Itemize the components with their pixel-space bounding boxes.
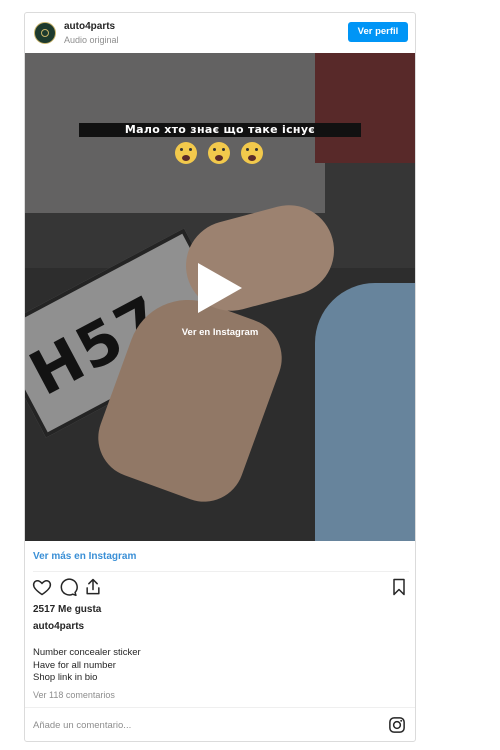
avatar[interactable] [34, 22, 56, 44]
caption-line: Have for all number [33, 659, 116, 671]
scream-emoji-icon [241, 142, 263, 164]
instagram-embed-card: auto4parts Audio original Ver perfil H57… [24, 12, 416, 742]
video-preview[interactable]: H57 Мало хто знає що таке існує Ver en I… [25, 53, 415, 541]
comment-icon[interactable] [58, 577, 78, 597]
emoji-row [175, 142, 275, 164]
share-icon[interactable] [83, 577, 103, 597]
action-bar [25, 573, 415, 603]
bookmark-icon[interactable] [389, 577, 409, 597]
watch-on-instagram-label[interactable]: Ver en Instagram [25, 327, 415, 338]
heart-icon[interactable] [32, 577, 52, 597]
post-username[interactable]: auto4parts [33, 621, 84, 632]
post-caption: Number concealer sticker Have for all nu… [33, 647, 141, 685]
add-comment-input[interactable]: Añade un comentario... [33, 720, 131, 731]
like-count[interactable]: 2517 Me gusta [33, 604, 101, 615]
instagram-logo-icon[interactable] [388, 716, 406, 734]
video-caption-overlay: Мало хто знає що таке існує [79, 123, 361, 137]
view-profile-button[interactable]: Ver perfil [348, 22, 408, 42]
header-username[interactable]: auto4parts [64, 21, 115, 32]
play-icon[interactable] [198, 263, 242, 313]
divider [33, 571, 409, 572]
view-more-on-instagram-link[interactable]: Ver más en Instagram [33, 551, 136, 562]
view-comments-link[interactable]: Ver 118 comentarios [33, 690, 115, 700]
post-header: auto4parts Audio original Ver perfil [25, 13, 415, 53]
scream-emoji-icon [208, 142, 230, 164]
comment-bar: Añade un comentario... [25, 707, 415, 742]
caption-line: Shop link in bio [33, 672, 98, 683]
scream-emoji-icon [175, 142, 197, 164]
caption-line: Number concealer sticker [33, 647, 141, 658]
audio-label[interactable]: Audio original [64, 35, 119, 45]
